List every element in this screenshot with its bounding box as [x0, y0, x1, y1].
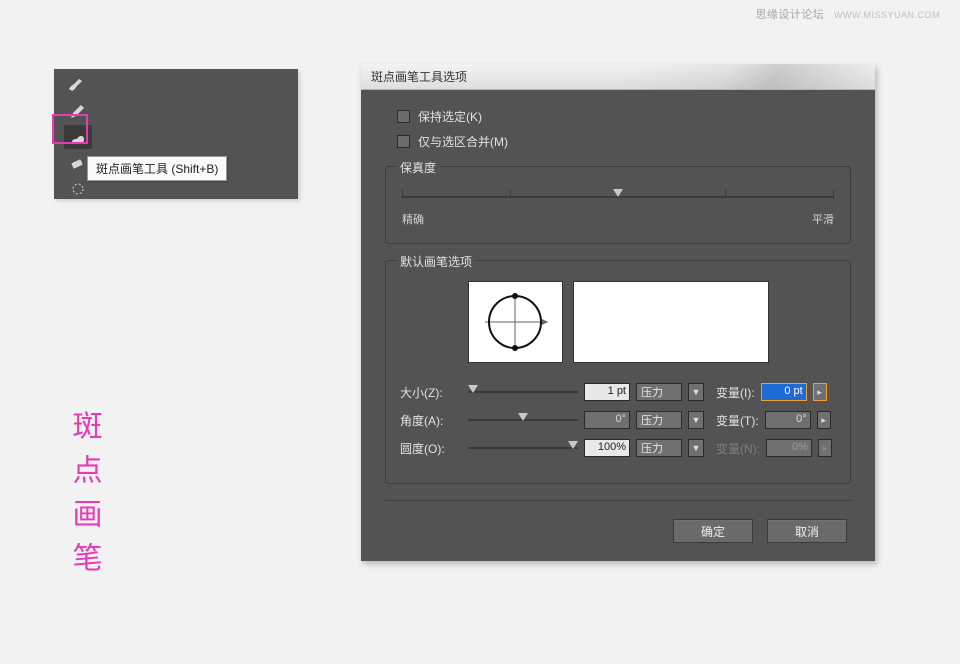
roundness-var-value: 0% [766, 439, 812, 457]
keep-selected-label: 保持选定(K) [418, 108, 482, 125]
stepper-icon[interactable]: ▸ [817, 411, 831, 429]
fidelity-legend: 保真度 [396, 159, 440, 176]
brush-shape-preview[interactable] [468, 281, 563, 363]
brush-stroke-preview[interactable] [573, 281, 769, 363]
dialog-title: 斑点画笔工具选项 [371, 68, 467, 85]
angle-var-label: 变量(T): [716, 412, 759, 429]
roundness-value[interactable]: 100% [584, 439, 630, 457]
size-var-value[interactable]: 0 pt [761, 383, 807, 401]
dropdown-arrow-icon[interactable]: ▼ [688, 439, 704, 457]
tool-tooltip: 斑点画笔工具 (Shift+B) [87, 156, 227, 181]
angle-slider[interactable] [468, 414, 578, 426]
blob-brush-options-dialog: 斑点画笔工具选项 保持选定(K) 仅与选区合并(M) 保真度 精确 平滑 [361, 64, 875, 561]
watermark-text: 思缘设计论坛 [755, 9, 824, 21]
fidelity-slider[interactable] [402, 187, 834, 207]
checkbox-icon [397, 135, 410, 148]
roundness-var-label: 变量(N): [716, 440, 760, 457]
keep-selected-checkbox[interactable]: 保持选定(K) [397, 108, 851, 125]
roundness-mode-dropdown[interactable]: 压力 [636, 439, 682, 457]
fidelity-left-label: 精确 [402, 211, 424, 227]
brush-preview [400, 281, 836, 363]
roundness-label: 圆度(O): [400, 440, 462, 457]
angle-var-value[interactable]: 0° [765, 411, 811, 429]
cancel-button[interactable]: 取消 [767, 519, 847, 543]
default-brush-legend: 默认画笔选项 [396, 253, 476, 270]
fidelity-right-label: 平滑 [812, 211, 834, 227]
size-mode-dropdown[interactable]: 压力 [636, 383, 682, 401]
ok-button[interactable]: 确定 [673, 519, 753, 543]
default-brush-fieldset: 默认画笔选项 大小(Z): [385, 260, 851, 484]
dropdown-arrow-icon[interactable]: ▼ [688, 383, 704, 401]
dialog-titlebar[interactable]: 斑点画笔工具选项 [361, 64, 875, 90]
angle-row: 角度(A): 0° 压力 ▼ 变量(T): 0° ▸ [400, 411, 836, 429]
roundness-slider[interactable] [468, 442, 578, 454]
fidelity-fieldset: 保真度 精确 平滑 [385, 166, 851, 244]
tool-strip [64, 73, 96, 201]
blob-brush-tool-icon[interactable] [64, 125, 92, 149]
watermark-url: WWW.MISSYUAN.COM [834, 10, 940, 20]
paintbrush-tool-icon[interactable] [64, 73, 92, 97]
angle-mode-dropdown[interactable]: 压力 [636, 411, 682, 429]
size-label: 大小(Z): [400, 384, 462, 401]
watermark: 思缘设计论坛 WWW.MISSYUAN.COM [755, 6, 940, 22]
merge-only-label: 仅与选区合并(M) [418, 133, 508, 150]
merge-only-checkbox[interactable]: 仅与选区合并(M) [397, 133, 851, 150]
angle-value[interactable]: 0° [584, 411, 630, 429]
checkbox-icon [397, 110, 410, 123]
dropdown-arrow-icon[interactable]: ▼ [688, 411, 704, 429]
size-value[interactable]: 1 pt [584, 383, 630, 401]
stepper-icon: ▸ [818, 439, 832, 457]
size-row: 大小(Z): 1 pt 压力 ▼ 变量(I): 0 pt ▸ [400, 383, 836, 401]
roundness-row: 圆度(O): 100% 压力 ▼ 变量(N): 0% ▸ [400, 439, 836, 457]
pencil-tool-icon[interactable] [64, 99, 92, 123]
size-slider[interactable] [468, 386, 578, 398]
stepper-icon[interactable]: ▸ [813, 383, 827, 401]
angle-label: 角度(A): [400, 412, 462, 429]
size-var-label: 变量(I): [716, 384, 755, 401]
figure-caption: 斑点画笔 [60, 410, 107, 586]
